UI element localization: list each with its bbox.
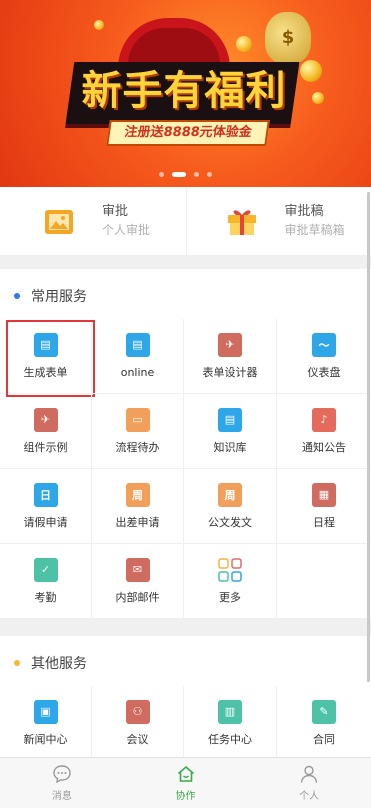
section-title: 常用服务 — [31, 288, 87, 305]
approval-draft-title: 审批稿 — [284, 204, 324, 219]
service-form[interactable]: ▤ 生成表单 — [0, 319, 95, 397]
form-icon: ▤ — [33, 332, 58, 357]
calendar-week-icon: 周 — [218, 482, 242, 507]
service-label: 新闻中心 — [23, 732, 68, 746]
tab-messages[interactable]: 消息 — [0, 758, 124, 808]
service-calendar-week[interactable]: 周出差申请 — [92, 469, 184, 544]
coin-icon — [312, 92, 324, 104]
service-calendar-check[interactable]: ✓ 考勤 — [0, 544, 92, 619]
service-clipboard[interactable]: ▥ 任务中心 — [184, 686, 277, 761]
airplane-icon: ✈ — [33, 407, 58, 432]
tab-collaboration[interactable]: 协作 — [124, 758, 248, 808]
calendar-check-icon: ✓ — [33, 557, 58, 582]
section-header-other: 其他服务 — [0, 636, 371, 690]
service-label: 表单设计器 — [202, 365, 258, 379]
approval-item[interactable]: 审批 个人审批 — [0, 187, 186, 255]
calendar-icon: ▦ — [312, 482, 336, 507]
banner-subtitle: 注册送8888元体验金 — [106, 120, 270, 146]
person-icon — [300, 765, 318, 783]
service-label: 任务中心 — [208, 732, 252, 746]
service-calendar[interactable]: ▦ 日程 — [277, 469, 371, 544]
mail-icon: ✉ — [125, 557, 150, 582]
service-airplane[interactable]: ✈ 表单设计器 — [184, 319, 277, 394]
carousel-dot[interactable] — [159, 172, 164, 177]
other-services-grid: ▣ 新闻中心 ⚇ 会议 ▥ 任务中心 ✎ 合同 — [0, 686, 371, 761]
contract-icon: ✎ — [312, 699, 336, 724]
service-mail[interactable]: ✉ 内部邮件 — [92, 544, 184, 619]
service-briefcase[interactable]: ▭ 流程待办 — [92, 394, 184, 469]
approval-draft-item[interactable]: 审批稿 审批草稿箱 — [185, 187, 371, 255]
clipboard-icon: ▥ — [218, 699, 242, 724]
approval-row: 审批 个人审批 审批稿 审批草稿箱 — [0, 187, 371, 255]
section-header-common: 常用服务 — [0, 269, 371, 323]
carousel-indicator — [0, 172, 371, 177]
gift-icon — [225, 204, 259, 238]
tab-personal[interactable]: 个人 — [247, 758, 371, 808]
service-label: 组件示例 — [23, 440, 68, 454]
promo-banner[interactable]: $ 新手有福利 注册送8888元体验金 — [0, 0, 371, 187]
scrollbar[interactable] — [367, 192, 370, 682]
service-label: 内部邮件 — [115, 590, 160, 604]
service-label: 更多 — [219, 590, 241, 604]
section-title: 其他服务 — [31, 655, 87, 672]
service-label: 考勤 — [34, 590, 57, 604]
tab-label: 协作 — [175, 791, 196, 802]
service-label: 日程 — [313, 515, 335, 529]
service-more-grid[interactable]: 更多 — [184, 544, 277, 619]
service-airplane[interactable]: ✈ 组件示例 — [0, 394, 92, 469]
approval-subtitle: 个人审批 — [102, 223, 151, 237]
document-icon: ▤ — [125, 332, 150, 357]
common-services-grid: ▤ 生成表单 ▤ online ✈ 表单设计器 〜仪表盘 ✈ 组件示例 ▭ 流程待办 ▤ 知识库 ♪ 通知公… — [0, 319, 371, 619]
banner-headline: 新手有福利 — [81, 68, 287, 114]
service-label: 生成表单 — [23, 365, 68, 379]
home-icon — [177, 765, 194, 782]
briefcase-icon: ▭ — [125, 407, 150, 432]
tab-label: 消息 — [51, 791, 72, 802]
service-news[interactable]: ▣ 新闻中心 — [0, 686, 92, 761]
message-icon — [53, 765, 71, 784]
service-meeting[interactable]: ⚇ 会议 — [92, 686, 184, 761]
more-grid-icon — [218, 557, 242, 582]
carousel-dot-active[interactable] — [172, 172, 186, 177]
tab-label: 个人 — [299, 791, 320, 802]
coin-icon — [300, 60, 322, 82]
service-label: 合同 — [313, 732, 335, 746]
service-contract[interactable]: ✎ 合同 — [277, 686, 371, 761]
service-label: 公文发文 — [208, 515, 252, 529]
carousel-dot[interactable] — [194, 172, 199, 177]
service-label: 通知公告 — [302, 440, 346, 454]
service-monitor[interactable]: 〜仪表盘 — [277, 319, 371, 394]
monitor-icon: 〜 — [312, 332, 336, 357]
service-bell[interactable]: ♪ 通知公告 — [277, 394, 371, 469]
calendar-week-icon: 周 — [125, 482, 150, 507]
approval-draft-subtitle: 审批草稿箱 — [284, 223, 345, 237]
calendar-day-icon: 日 — [33, 482, 58, 507]
coin-icon — [94, 20, 104, 30]
service-label: 知识库 — [213, 440, 247, 454]
service-document[interactable]: ▤ online — [92, 319, 184, 394]
service-label: 请假申请 — [23, 515, 68, 529]
section-bullet — [14, 659, 20, 666]
service-book[interactable]: ▤ 知识库 — [184, 394, 277, 469]
empty-cell — [277, 544, 371, 619]
coin-icon — [236, 36, 252, 52]
meeting-icon: ⚇ — [125, 699, 150, 724]
service-calendar-day[interactable]: 日请假申请 — [0, 469, 92, 544]
approval-title: 审批 — [102, 204, 129, 219]
service-label: 会议 — [126, 732, 149, 746]
picture-icon — [42, 204, 76, 238]
book-icon: ▤ — [218, 407, 242, 432]
section-bullet — [14, 292, 20, 299]
service-calendar-week[interactable]: 周公文发文 — [184, 469, 277, 544]
service-label: 流程待办 — [115, 440, 160, 454]
service-label: 仪表盘 — [307, 365, 341, 379]
airplane-icon: ✈ — [218, 332, 242, 357]
service-label: 出差申请 — [115, 515, 160, 529]
bottom-tab-bar: 消息 协作 个人 — [0, 757, 371, 808]
carousel-dot[interactable] — [207, 172, 212, 177]
service-label: online — [120, 365, 155, 379]
news-icon: ▣ — [33, 699, 58, 724]
money-bag-icon: $ — [265, 12, 311, 64]
bell-icon: ♪ — [312, 407, 336, 432]
